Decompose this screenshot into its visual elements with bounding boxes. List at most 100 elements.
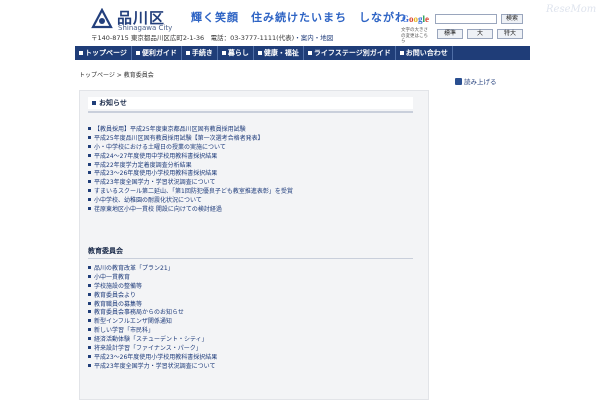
search-input[interactable] — [435, 14, 497, 24]
nav-item-living[interactable]: 暮らし — [218, 46, 254, 60]
watermark: ReseMom — [546, 4, 597, 15]
notice-item[interactable]: 【教員採用】平成25年度東京都品川区固有教員採用試験 — [88, 124, 423, 133]
board-item[interactable]: 平成23〜26年度使用小学校用教科書採択結果 — [88, 352, 423, 361]
notice-item[interactable]: 平成22年度学力定着度調査分析結果 — [88, 160, 423, 169]
board-item-label: 平成23年度全国学力・学習状況調査について — [94, 362, 216, 370]
bullet-icon — [88, 162, 91, 166]
board-item[interactable]: 新型インフルエンザ関係通知 — [88, 316, 423, 325]
bullet-icon — [88, 198, 91, 202]
address-text: 〒140-8715 東京都品川区広町2-1-36 電話：03-3777-1111… — [91, 34, 295, 42]
heading-mark-icon — [92, 101, 96, 105]
board-list: 品川の教育改革「プラン21」 小中一貫教育 学校施設の整備等 教育委員会より 教… — [88, 263, 423, 370]
bullet-icon — [88, 265, 91, 269]
bullet-icon — [88, 206, 91, 210]
bullet-icon — [88, 135, 91, 139]
map-link[interactable]: ・案内・地図 — [294, 34, 333, 42]
bullet-icon — [88, 328, 91, 332]
notice-item-label: 小中学校、幼稚園の耐震化状況について — [94, 197, 202, 205]
notice-item[interactable]: すまいるスクール第二延山、「第1回防犯優良子ども教室推進表彰」を受賞 — [88, 186, 423, 195]
nav-label: 暮らし — [227, 49, 249, 57]
search-button[interactable]: 検索 — [501, 14, 523, 24]
nav-item-guide[interactable]: 便利ガイド — [132, 46, 182, 60]
nav-bullet-icon — [135, 51, 140, 55]
main-content: お知らせ 【教員採用】平成25年度東京都品川区固有教員採用試験 平成25年度品川… — [79, 90, 429, 400]
city-emblem-icon[interactable] — [91, 8, 113, 30]
notice-item[interactable]: 平成23年度全国学力・学習状況調査について — [88, 177, 423, 186]
nav-bullet-icon — [221, 51, 226, 55]
nav-label: 手続き — [191, 49, 213, 57]
city-name-en: Shinagawa City — [118, 24, 173, 32]
bullet-icon — [88, 354, 91, 358]
nav-item-health[interactable]: 健康・福祉 — [254, 46, 304, 60]
city-slogan: 輝く笑顔 住み続けたいまち しながわ — [191, 11, 407, 24]
font-size-standard-button[interactable]: 標準 — [437, 29, 463, 39]
bullet-icon — [88, 126, 91, 130]
read-aloud-label: 読み上げる — [464, 78, 497, 86]
board-item[interactable]: 品川の教育改革「プラン21」 — [88, 263, 423, 272]
notice-item-label: 平成22年度学力定着度調査分析結果 — [94, 161, 192, 169]
board-item-label: 教育職員の募集等 — [94, 300, 143, 308]
board-item[interactable]: 小中一貫教育 — [88, 272, 423, 281]
board-item-label: 学校施設の整備等 — [94, 282, 143, 290]
read-aloud-button[interactable]: 読み上げる — [455, 76, 497, 86]
nav-item-contact[interactable]: お問い合わせ — [396, 46, 453, 60]
board-item-label: 小中一貫教育 — [94, 273, 131, 281]
board-item[interactable]: 経済活動体験「スチューデント・シティ」 — [88, 334, 423, 343]
board-item[interactable]: 学校施設の整備等 — [88, 281, 423, 290]
font-size-large-button[interactable]: 大 — [467, 29, 493, 39]
board-item-label: 平成23〜26年度使用小学校用教科書採択結果 — [94, 353, 218, 361]
global-nav: トップページ 便利ガイド 手続き 暮らし 健康・福祉 ライフステージ別ガイド お… — [75, 46, 530, 60]
nav-bullet-icon — [79, 51, 83, 55]
nav-bullet-icon — [185, 51, 190, 55]
nav-label: 便利ガイド — [141, 49, 177, 57]
notice-item-label: 平成25年度品川区固有教員採用試験【第一次選考合格者発表】 — [94, 134, 264, 142]
board-item[interactable]: 教育委員会より — [88, 290, 423, 299]
board-item[interactable]: 教育委員会事務局からのお知らせ — [88, 307, 423, 316]
site-header: 品川区 Shinagawa City 輝く笑顔 住み続けたいまち しながわ 〒1… — [75, 0, 530, 44]
bullet-icon — [88, 171, 91, 175]
notice-item[interactable]: 平成25年度品川区固有教員採用試験【第一次選考合格者発表】 — [88, 133, 423, 142]
board-heading: 教育委員会 — [88, 245, 413, 257]
notice-item[interactable]: 荏原東地区小中一貫校 開設に向けての検討経過 — [88, 204, 423, 213]
nav-bullet-icon — [257, 51, 262, 55]
board-item-label: 新しい学習「市民科」 — [94, 327, 155, 335]
notice-item[interactable]: 平成24〜27年度使用中学校用教科書採択結果 — [88, 151, 423, 160]
nav-item-lifestage[interactable]: ライフステージ別ガイド — [304, 46, 396, 60]
bullet-icon — [88, 363, 91, 367]
nav-label: トップページ — [85, 49, 127, 57]
notice-item[interactable]: 小中学校、幼稚園の耐震化状況について — [88, 195, 423, 204]
bullet-icon — [88, 189, 91, 193]
board-item-label: 教育委員会事務局からのお知らせ — [94, 309, 184, 317]
bullet-icon — [88, 292, 91, 296]
nav-label: 健康・福祉 — [263, 49, 299, 57]
nav-item-procedures[interactable]: 手続き — [182, 46, 218, 60]
notice-item[interactable]: 平成23〜26年度使用小学校用教科書採択結果 — [88, 168, 423, 177]
breadcrumb[interactable]: トップページ > 教育委員会 — [79, 70, 154, 79]
board-item[interactable]: 平成23年度全国学力・学習状況調査について — [88, 361, 423, 370]
nav-item-top[interactable]: トップページ — [75, 46, 132, 60]
nav-bullet-icon — [399, 51, 404, 55]
notice-list: 【教員採用】平成25年度東京都品川区固有教員採用試験 平成25年度品川区固有教員… — [88, 124, 423, 213]
notice-item-label: 荏原東地区小中一貫校 開設に向けての検討経過 — [94, 205, 222, 213]
notice-item-label: 平成24〜27年度使用中学校用教科書採択結果 — [94, 152, 218, 160]
notice-item-label: 平成23年度全国学力・学習状況調査について — [94, 179, 216, 187]
board-item[interactable]: 教育職員の募集等 — [88, 299, 423, 308]
board-item-label: 品川の教育改革「プラン21」 — [94, 264, 174, 272]
bullet-icon — [88, 301, 91, 305]
nav-label: ライフステージ別ガイド — [313, 49, 391, 57]
board-item[interactable]: 将来設計学習「ファイナンス・パーク」 — [88, 343, 423, 352]
nav-label: お問い合わせ — [405, 49, 448, 57]
bullet-icon — [88, 153, 91, 157]
board-item-label: 経済活動体験「スチューデント・シティ」 — [94, 336, 208, 344]
notice-heading-label: お知らせ — [99, 99, 127, 107]
bullet-icon — [88, 274, 91, 278]
notice-item[interactable]: 小・中学校における土曜日の授業の実施について — [88, 142, 423, 151]
board-item[interactable]: 新しい学習「市民科」 — [88, 325, 423, 334]
speaker-icon — [455, 77, 462, 85]
notice-heading-rule — [88, 111, 413, 113]
bullet-icon — [88, 180, 91, 184]
notice-heading: お知らせ — [88, 97, 413, 109]
bullet-icon — [88, 283, 91, 287]
notice-item-label: 平成23〜26年度使用小学校用教科書採択結果 — [94, 170, 218, 178]
font-size-xlarge-button[interactable]: 特大 — [497, 29, 523, 39]
